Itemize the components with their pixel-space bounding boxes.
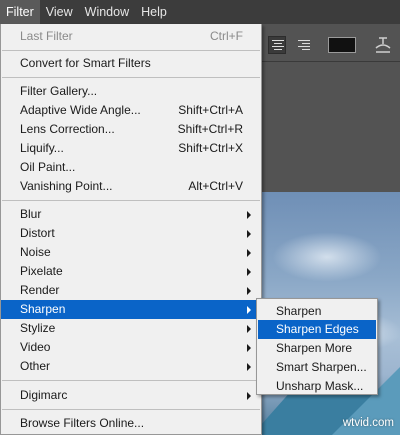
menu-view[interactable]: View — [40, 0, 79, 24]
menu-item-label: Distort — [20, 226, 55, 240]
menu-item-label: Digimarc — [20, 388, 68, 402]
menu-item-blur[interactable]: Blur — [1, 205, 261, 224]
submenu-item-sharpen-edges[interactable]: Sharpen Edges — [258, 320, 376, 339]
watermark: wtvid.com — [342, 417, 394, 429]
menu-item-label: Pixelate — [20, 264, 63, 278]
shortcut-label: Alt+Ctrl+V — [188, 179, 243, 193]
menu-filter[interactable]: Filter — [0, 0, 40, 24]
menu-separator — [2, 77, 260, 78]
menu-item-lens-correction[interactable]: Lens Correction... Shift+Ctrl+R — [1, 120, 261, 139]
menu-item-label: Browse Filters Online... — [20, 416, 145, 430]
sharpen-submenu: Sharpen Sharpen Edges Sharpen More Smart… — [256, 298, 378, 395]
menu-item-sharpen[interactable]: Sharpen — [1, 300, 261, 319]
menu-item-liquify[interactable]: Liquify... Shift+Ctrl+X — [1, 139, 261, 158]
menu-item-label: Other — [20, 359, 51, 373]
menu-item-browse-filters-online[interactable]: Browse Filters Online... — [1, 414, 261, 433]
text-color-swatch[interactable] — [328, 37, 356, 53]
submenu-item-unsharp-mask[interactable]: Unsharp Mask... — [258, 377, 376, 396]
menu-item-noise[interactable]: Noise — [1, 243, 261, 262]
menu-item-other[interactable]: Other — [1, 357, 261, 376]
menu-item-render[interactable]: Render — [1, 281, 261, 300]
submenu-arrow-icon — [247, 392, 251, 400]
shortcut-label: Shift+Ctrl+A — [178, 103, 243, 117]
menu-item-label: Liquify... — [20, 141, 64, 155]
shortcut-label: Shift+Ctrl+R — [177, 122, 243, 136]
menu-separator — [2, 409, 260, 410]
menu-separator — [2, 50, 260, 51]
shortcut-label: Ctrl+F — [210, 29, 243, 43]
menu-item-label: Sharpen — [20, 302, 66, 316]
workspace-background — [262, 62, 400, 192]
submenu-arrow-icon — [247, 230, 251, 238]
submenu-arrow-icon — [247, 249, 251, 257]
menu-item-label: Last Filter — [20, 29, 73, 43]
menu-item-digimarc[interactable]: Digimarc — [1, 386, 261, 405]
options-bar — [262, 28, 400, 62]
menu-bar: Filter View Window Help — [0, 0, 400, 24]
menu-item-label: Oil Paint... — [20, 160, 76, 174]
align-right-icon[interactable] — [294, 36, 312, 54]
menu-item-label: Render — [20, 283, 60, 297]
menu-item-label: Video — [20, 340, 51, 354]
menu-item-label: Filter Gallery... — [20, 84, 98, 98]
menu-item-oil-paint[interactable]: Oil Paint... — [1, 158, 261, 177]
menu-item-label: Stylize — [20, 321, 56, 335]
menu-item-label: Blur — [20, 207, 42, 221]
menu-item-label: Adaptive Wide Angle... — [20, 103, 141, 117]
menu-item-adaptive-wide-angle[interactable]: Adaptive Wide Angle... Shift+Ctrl+A — [1, 101, 261, 120]
menu-item-convert-smart-filters[interactable]: Convert for Smart Filters — [1, 54, 261, 73]
submenu-item-sharpen-more[interactable]: Sharpen More — [258, 339, 376, 358]
menu-item-filter-gallery[interactable]: Filter Gallery... — [1, 82, 261, 101]
submenu-item-sharpen[interactable]: Sharpen — [258, 302, 376, 321]
submenu-arrow-icon — [247, 211, 251, 219]
submenu-arrow-icon — [247, 287, 251, 295]
menu-item-label: Vanishing Point... — [20, 179, 113, 193]
menu-item-video[interactable]: Video — [1, 338, 261, 357]
menu-separator — [2, 380, 260, 381]
menu-item-label: Convert for Smart Filters — [20, 56, 151, 70]
submenu-arrow-icon — [247, 306, 251, 314]
menu-item-pixelate[interactable]: Pixelate — [1, 262, 261, 281]
menu-separator — [2, 200, 260, 201]
submenu-arrow-icon — [247, 363, 251, 371]
submenu-arrow-icon — [247, 268, 251, 276]
menu-window[interactable]: Window — [79, 0, 135, 24]
menu-item-stylize[interactable]: Stylize — [1, 319, 261, 338]
menu-item-label: Noise — [20, 245, 51, 259]
menu-item-vanishing-point[interactable]: Vanishing Point... Alt+Ctrl+V — [1, 177, 261, 196]
menu-item-distort[interactable]: Distort — [1, 224, 261, 243]
shortcut-label: Shift+Ctrl+X — [178, 141, 243, 155]
align-center-icon[interactable] — [268, 36, 286, 54]
submenu-item-smart-sharpen[interactable]: Smart Sharpen... — [258, 358, 376, 377]
menu-help[interactable]: Help — [135, 0, 173, 24]
warp-text-icon[interactable] — [372, 34, 394, 56]
cloud-decoration — [272, 232, 382, 282]
menu-item-last-filter[interactable]: Last Filter Ctrl+F — [1, 27, 261, 46]
menu-item-label: Lens Correction... — [20, 122, 115, 136]
submenu-arrow-icon — [247, 325, 251, 333]
filter-menu: Last Filter Ctrl+F Convert for Smart Fil… — [0, 24, 262, 435]
submenu-arrow-icon — [247, 344, 251, 352]
